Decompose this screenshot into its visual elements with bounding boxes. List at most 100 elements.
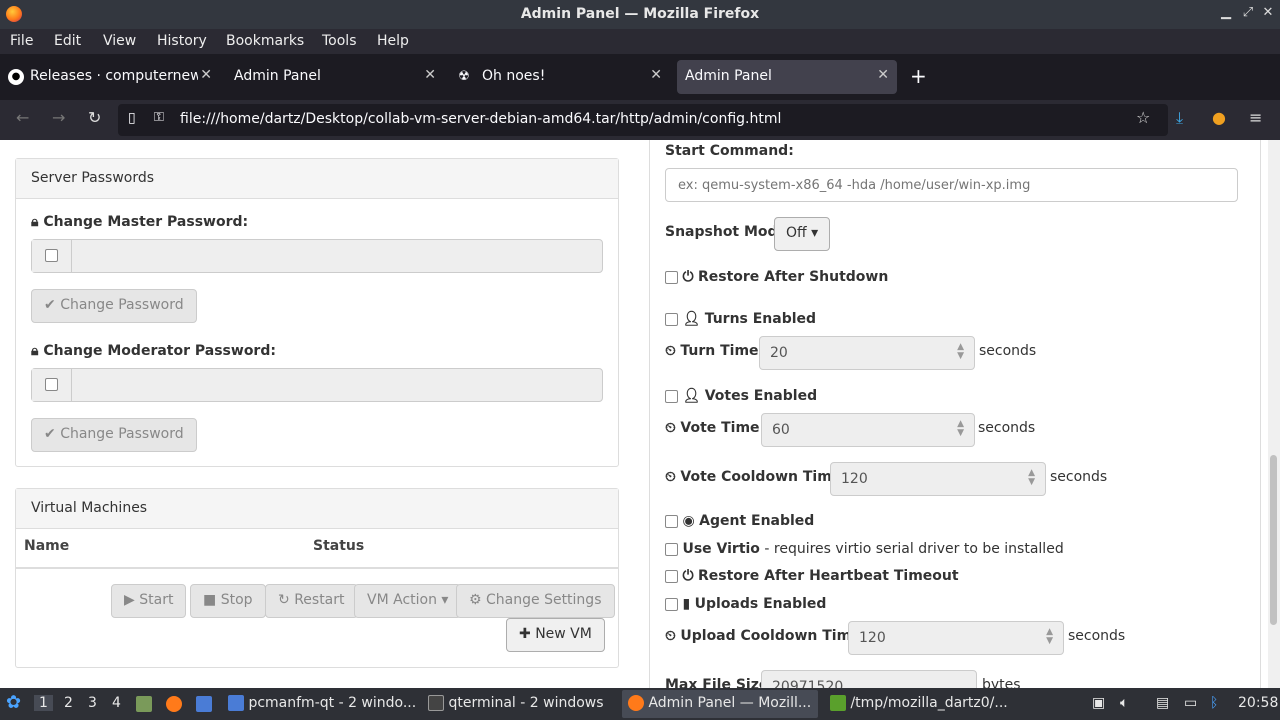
github-icon: ● <box>8 69 24 85</box>
menu-file[interactable]: File <box>10 33 33 49</box>
url-bar[interactable]: ▯ ⚿ file:///home/dartz/Desktop/collab-vm… <box>118 104 1168 136</box>
taskbar-window-tmp[interactable]: /tmp/mozilla_dartz0/... <box>824 690 1018 718</box>
new-tab-icon[interactable]: + <box>910 64 927 88</box>
column-header-name: Name <box>24 538 70 554</box>
change-master-password-button[interactable]: ✔ Change Password <box>31 289 197 323</box>
change-settings-button[interactable]: ⚙ Change Settings <box>456 584 615 618</box>
close-window-icon[interactable]: ✕ <box>1260 5 1276 20</box>
bookmark-star-icon[interactable]: ☆ <box>1136 108 1150 127</box>
virtual-machines-panel: Virtual Machines Name Status ▶ Start ■ S… <box>15 488 619 668</box>
close-tab-icon[interactable]: ✕ <box>200 67 212 83</box>
tray-bluetooth-icon[interactable]: ᛒ <box>1210 695 1218 711</box>
snapshot-mode-dropdown[interactable]: Off ▾ <box>774 217 831 251</box>
back-icon[interactable]: ← <box>16 108 29 127</box>
upload-cooldown-label: ⏲ Upload Cooldown Time: <box>665 628 867 644</box>
url-text[interactable]: file:///home/dartz/Desktop/collab-vm-ser… <box>180 111 781 127</box>
upload-cooldown-input[interactable]: 120 ▲ ▼ <box>848 621 1064 655</box>
tray-volume-icon[interactable]: 🔈︎ <box>1120 695 1128 711</box>
permissions-icon[interactable]: ⚿ <box>154 110 164 125</box>
menu-history[interactable]: History <box>157 33 207 49</box>
seconds-unit: seconds <box>978 420 1036 436</box>
show-password-checkbox[interactable] <box>45 378 58 391</box>
tray-clipboard-icon[interactable]: ▤ <box>1156 695 1169 711</box>
turn-time-input[interactable]: 20 ▲ ▼ <box>759 336 975 370</box>
close-tab-icon[interactable]: ✕ <box>650 67 662 83</box>
restore-shutdown-row: ⏻ Restore After Shutdown <box>665 269 888 285</box>
taskbar-window-pcmanfm[interactable]: pcmanfm-qt - 2 windo... <box>222 690 416 718</box>
workspace-4[interactable]: 4 <box>112 695 121 711</box>
scrollbar-thumb[interactable] <box>1270 455 1277 625</box>
close-tab-icon[interactable]: ✕ <box>424 67 436 83</box>
page-scrollbar[interactable] <box>1268 140 1280 688</box>
restart-button[interactable]: ↻ Restart <box>265 584 358 618</box>
spinner-icon[interactable]: ▲ ▼ <box>957 343 964 361</box>
vote-cooldown-input[interactable]: 120 ▲ ▼ <box>830 462 1046 496</box>
tab-releases[interactable]: ● Releases · computernewb ✕ <box>4 60 220 94</box>
show-desktop-icon[interactable] <box>136 696 152 712</box>
firefox-launcher-icon[interactable] <box>166 696 182 712</box>
hamburger-menu-icon[interactable]: ≡ <box>1249 108 1262 127</box>
tab-admin-panel-1[interactable]: Admin Panel ✕ <box>224 60 444 94</box>
file-icon: ▮ <box>682 596 691 612</box>
workspace-1[interactable]: 1 <box>34 695 53 711</box>
tray-updates-icon[interactable]: ▭ <box>1184 695 1197 711</box>
new-vm-button[interactable]: ✚ New VM <box>506 618 605 652</box>
master-password-group <box>31 239 603 273</box>
agent-enabled-checkbox[interactable] <box>665 514 678 528</box>
uploads-enabled-checkbox[interactable] <box>665 597 678 611</box>
window-title: Admin Panel — Mozilla Firefox <box>520 6 760 22</box>
spinner-icon[interactable]: ▲ ▼ <box>1046 628 1053 646</box>
uploads-enabled-row: ▮ Uploads Enabled <box>665 596 826 612</box>
restore-shutdown-checkbox[interactable] <box>665 270 678 284</box>
vm-action-dropdown[interactable]: VM Action ▾ <box>354 584 462 618</box>
stop-button[interactable]: ■ Stop <box>190 584 266 618</box>
menu-bar: File Edit View History Bookmarks Tools H… <box>0 29 1280 54</box>
tab-oh-noes[interactable]: ☢ Oh noes! ✕ <box>452 60 670 94</box>
menu-tools[interactable]: Tools <box>322 33 357 49</box>
page-content: Server Passwords 🔒︎ Change Master Passwo… <box>0 140 1280 688</box>
tab-admin-panel-active[interactable]: Admin Panel ✕ <box>677 60 897 94</box>
tray-network-icon[interactable]: ▣ <box>1092 695 1105 711</box>
close-tab-icon[interactable]: ✕ <box>877 67 889 83</box>
turn-time-label: ⏲ Turn Time: <box>665 343 765 359</box>
start-menu-icon[interactable]: ✿ <box>6 692 21 713</box>
menu-bookmarks[interactable]: Bookmarks <box>226 33 304 49</box>
play-icon: ▶ <box>124 592 135 608</box>
nav-bar: ← → ↻ ▯ ⚿ file:///home/dartz/Desktop/col… <box>0 100 1280 140</box>
archive-icon <box>830 695 846 711</box>
workspace-2[interactable]: 2 <box>64 695 73 711</box>
error-icon: ☢ <box>458 69 470 84</box>
minimize-icon[interactable]: ▁ <box>1218 5 1234 20</box>
spinner-icon[interactable]: ▲ ▼ <box>957 420 964 438</box>
reload-icon[interactable]: ↻ <box>88 108 101 127</box>
workspace-3[interactable]: 3 <box>88 695 97 711</box>
start-button[interactable]: ▶ Start <box>111 584 187 618</box>
clock-icon: ⏲ <box>665 469 676 485</box>
taskbar-window-qterminal[interactable]: qterminal - 2 windows <box>422 690 616 718</box>
file-manager-icon[interactable] <box>196 696 212 712</box>
table-divider <box>16 567 618 569</box>
votes-enabled-checkbox[interactable] <box>665 389 678 403</box>
restore-heartbeat-checkbox[interactable] <box>665 569 678 583</box>
max-file-size-input[interactable]: 20971520 <box>761 670 977 688</box>
user-icon: 👤︎ <box>682 311 701 327</box>
tab-label: Releases · computernewb <box>30 68 198 84</box>
download-icon[interactable]: ⤓ <box>1176 108 1183 128</box>
turns-enabled-checkbox[interactable] <box>665 312 678 326</box>
spinner-icon[interactable]: ▲ ▼ <box>1028 469 1035 487</box>
restart-icon: ↻ <box>278 592 290 608</box>
menu-help[interactable]: Help <box>377 33 409 49</box>
show-password-addon <box>32 240 72 272</box>
show-password-checkbox[interactable] <box>45 249 58 262</box>
menu-edit[interactable]: Edit <box>54 33 81 49</box>
extension-icon[interactable]: ● <box>1212 108 1226 127</box>
check-icon: ✔ <box>44 426 56 442</box>
maximize-icon[interactable]: ⤢ <box>1240 5 1256 20</box>
vote-time-input[interactable]: 60 ▲ ▼ <box>761 413 975 447</box>
forward-icon[interactable]: → <box>52 108 65 127</box>
menu-view[interactable]: View <box>103 33 136 49</box>
change-moderator-password-button[interactable]: ✔ Change Password <box>31 418 197 452</box>
start-command-input[interactable] <box>665 168 1238 202</box>
taskbar-window-firefox[interactable]: Admin Panel — Mozill... <box>622 690 818 718</box>
use-virtio-checkbox[interactable] <box>665 542 678 556</box>
